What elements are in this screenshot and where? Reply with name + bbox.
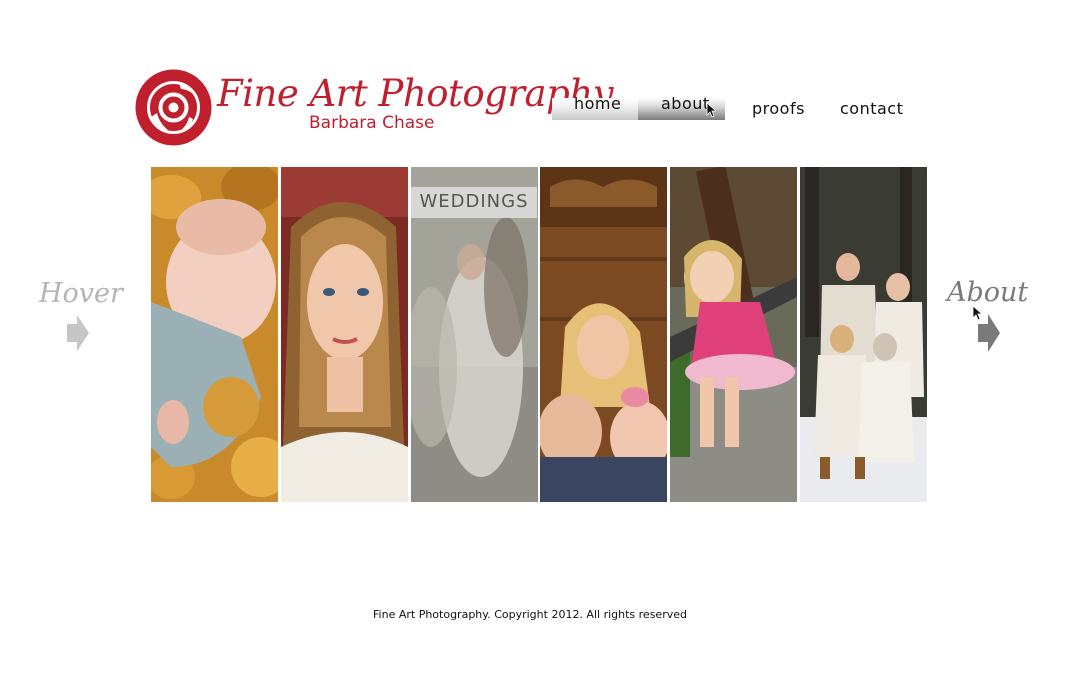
left-arrow-label[interactable]: Hover [39, 278, 123, 309]
gallery-panel-mother-children[interactable] [540, 167, 667, 502]
brand-subtitle: Barbara Chase [309, 113, 435, 133]
weddings-label: WEDDINGS [419, 191, 529, 212]
gallery-panel-family[interactable] [800, 167, 927, 502]
logo-mark[interactable] [135, 69, 212, 146]
mouse-cursor-icon [706, 102, 718, 122]
footer-copyright: Fine Art Photography. Copyright 2012. Al… [373, 608, 687, 621]
gallery-panel-girl-bench[interactable] [670, 167, 797, 502]
gallery-panel-baby[interactable] [151, 167, 278, 502]
right-arrow-label[interactable]: About [947, 277, 1028, 308]
gallery-panel-portrait[interactable] [281, 167, 408, 502]
nav-home[interactable]: home [574, 94, 621, 113]
arrow-right-icon[interactable] [65, 313, 91, 357]
mouse-cursor-icon [972, 305, 984, 325]
nav-proofs[interactable]: proofs [752, 99, 805, 118]
nav-about[interactable]: about [661, 94, 710, 113]
nav-contact[interactable]: contact [840, 99, 903, 118]
